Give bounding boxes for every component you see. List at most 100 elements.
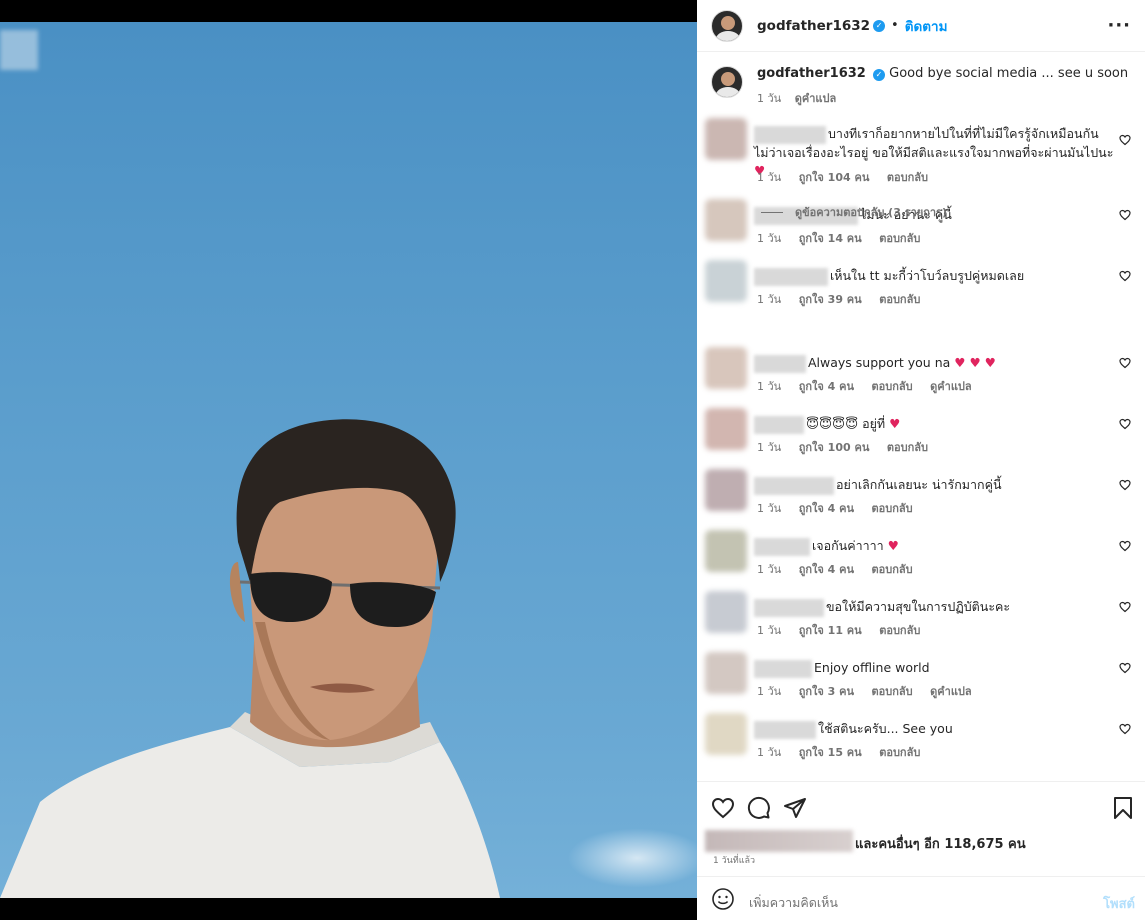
comment-like-heart-icon[interactable] (1119, 601, 1131, 613)
comment-like-heart-icon[interactable] (1119, 662, 1131, 674)
verified-icon: ✓ (873, 19, 886, 32)
commenter-avatar[interactable] (705, 347, 747, 389)
reply-button[interactable]: ตอบกลับ (872, 502, 913, 515)
verified-icon: ✓ (873, 69, 885, 81)
comment-text: 😇😇😇😇 อยู่ที่ (806, 416, 886, 431)
comment-text: ใช้สตินะครับ... See you (818, 721, 953, 736)
likes-count-text: และคนอื่นๆ อีก 118,675 คน (855, 837, 1026, 852)
comment-time[interactable]: 1 วัน (757, 746, 781, 759)
comment-meta: 1 วัน ถูกใจ 14 คน ตอบกลับ (757, 229, 934, 247)
caption-translate-link[interactable]: ดูคำแปล (795, 92, 837, 105)
blurred-commenter-name[interactable] (754, 476, 834, 495)
comment-time[interactable]: 1 วัน (757, 293, 781, 306)
reply-button[interactable]: ตอบกลับ (879, 746, 920, 759)
caption-username[interactable]: godfather1632 (757, 66, 866, 81)
follow-button[interactable]: ติดตาม (905, 15, 948, 37)
blurred-commenter-name[interactable] (754, 415, 804, 434)
comment-likes[interactable]: ถูกใจ 14 คน (799, 232, 862, 245)
comment-like-heart-icon[interactable] (1119, 209, 1131, 221)
commenter-avatar[interactable] (705, 408, 747, 450)
comment-likes[interactable]: ถูกใจ 4 คน (799, 502, 854, 515)
comment-body: เห็นใน tt มะกี้ว่าโบว์ลบรูปคู่หมดเลย (754, 267, 1114, 286)
comment-meta: 1 วัน ถูกใจ 4 คน ตอบกลับ ดูคำแปล (757, 377, 986, 395)
comment-time[interactable]: 1 วัน (757, 380, 781, 393)
like-heart-icon[interactable] (711, 796, 735, 820)
more-options-icon[interactable]: ··· (1107, 15, 1131, 36)
comment-meta: 1 วัน ถูกใจ 39 คน ตอบกลับ (757, 290, 934, 308)
comment-icon[interactable] (747, 796, 771, 820)
likes-summary[interactable]: และคนอื่นๆ อีก 118,675 คน (705, 830, 1135, 852)
blurred-commenter-name[interactable] (754, 537, 810, 556)
post-comment-button[interactable]: โพสต์ (1103, 893, 1135, 914)
author-avatar[interactable] (711, 9, 743, 42)
comment-time[interactable]: 1 วัน (757, 232, 781, 245)
add-comment-input[interactable]: เพิ่มความคิดเห็น (749, 893, 838, 913)
commenter-avatar[interactable] (705, 591, 747, 633)
commenter-avatar[interactable] (705, 118, 747, 160)
comment-like-heart-icon[interactable] (1119, 418, 1131, 430)
comment-meta: 1 วัน ถูกใจ 104 คน ตอบกลับ (757, 168, 942, 186)
comment-time[interactable]: 1 วัน (757, 171, 781, 184)
comment-likes[interactable]: ถูกใจ 3 คน (799, 685, 854, 698)
comment-likes[interactable]: ถูกใจ 11 คน (799, 624, 862, 637)
commenter-avatar[interactable] (705, 713, 747, 755)
comment-like-heart-icon[interactable] (1119, 540, 1131, 552)
comment-time[interactable]: 1 วัน (757, 685, 781, 698)
reply-button[interactable]: ตอบกลับ (887, 441, 928, 454)
comment-like-heart-icon[interactable] (1119, 270, 1131, 282)
author-username[interactable]: godfather1632 (757, 18, 870, 34)
comment-body: ขอให้มีความสุขในการปฏิบัตินะคะ (754, 598, 1114, 617)
comment-meta: 1 วัน ถูกใจ 11 คน ตอบกลับ (757, 621, 934, 639)
save-bookmark-icon[interactable] (1113, 796, 1133, 820)
commenter-avatar[interactable] (705, 652, 747, 694)
red-heart-emoji: ♥ (889, 416, 901, 431)
comment-body: ใช้สตินะครับ... See you (754, 720, 1114, 739)
translate-link[interactable]: ดูคำแปล (930, 685, 972, 698)
commenter-avatar[interactable] (705, 199, 747, 241)
blurred-commenter-name[interactable] (754, 659, 812, 678)
share-icon[interactable] (783, 796, 807, 820)
reply-button[interactable]: ตอบกลับ (879, 293, 920, 306)
reply-button[interactable]: ตอบกลับ (887, 171, 928, 184)
comment-likes[interactable]: ถูกใจ 100 คน (799, 441, 870, 454)
red-heart-emoji: ♥ (887, 538, 899, 553)
view-replies-link[interactable]: ดูข้อความตอบกลับ (3 รายการ) (761, 203, 947, 221)
reply-button[interactable]: ตอบกลับ (879, 624, 920, 637)
comment-like-heart-icon[interactable] (1119, 357, 1131, 369)
reply-button[interactable]: ตอบกลับ (879, 232, 920, 245)
action-bar (697, 781, 1145, 829)
comment-likes[interactable]: ถูกใจ 104 คน (799, 171, 870, 184)
blurred-commenter-name[interactable] (754, 267, 828, 286)
comment-time[interactable]: 1 วัน (757, 502, 781, 515)
comment-time[interactable]: 1 วัน (757, 624, 781, 637)
comment-meta: 1 วัน ถูกใจ 4 คน ตอบกลับ (757, 499, 927, 517)
comment-likes[interactable]: ถูกใจ 4 คน (799, 380, 854, 393)
comment-likes[interactable]: ถูกใจ 15 คน (799, 746, 862, 759)
blurred-commenter-name[interactable] (754, 125, 826, 144)
comment-like-heart-icon[interactable] (1119, 134, 1131, 146)
comment-like-heart-icon[interactable] (1119, 723, 1131, 735)
comment-time[interactable]: 1 วัน (757, 563, 781, 576)
translate-link[interactable]: ดูคำแปล (930, 380, 972, 393)
comment-time[interactable]: 1 วัน (757, 441, 781, 454)
comment-text: ขอให้มีความสุขในการปฏิบัตินะคะ (826, 599, 1011, 614)
caption-text: Good bye social media ... see u soon (889, 66, 1129, 81)
reply-button[interactable]: ตอบกลับ (872, 563, 913, 576)
caption-avatar[interactable] (711, 66, 743, 98)
blurred-commenter-name[interactable] (754, 354, 806, 373)
commenter-avatar[interactable] (705, 530, 747, 572)
blurred-commenter-name[interactable] (754, 598, 824, 617)
comment-likes[interactable]: ถูกใจ 39 คน (799, 293, 862, 306)
comment-like-heart-icon[interactable] (1119, 479, 1131, 491)
commenter-avatar[interactable] (705, 469, 747, 511)
blurred-commenter-name[interactable] (754, 720, 816, 739)
commenter-avatar[interactable] (705, 260, 747, 302)
emoji-icon[interactable] (711, 887, 735, 911)
red-heart-emoji: ♥ ♥ ♥ (954, 355, 996, 370)
comment-likes[interactable]: ถูกใจ 4 คน (799, 563, 854, 576)
reply-button[interactable]: ตอบกลับ (872, 380, 913, 393)
reply-button[interactable]: ตอบกลับ (872, 685, 913, 698)
caption-time[interactable]: 1 วัน (757, 92, 781, 105)
comment-body: เจอกันค่าาาา ♥ (754, 537, 1114, 556)
post-photo[interactable] (0, 22, 697, 898)
